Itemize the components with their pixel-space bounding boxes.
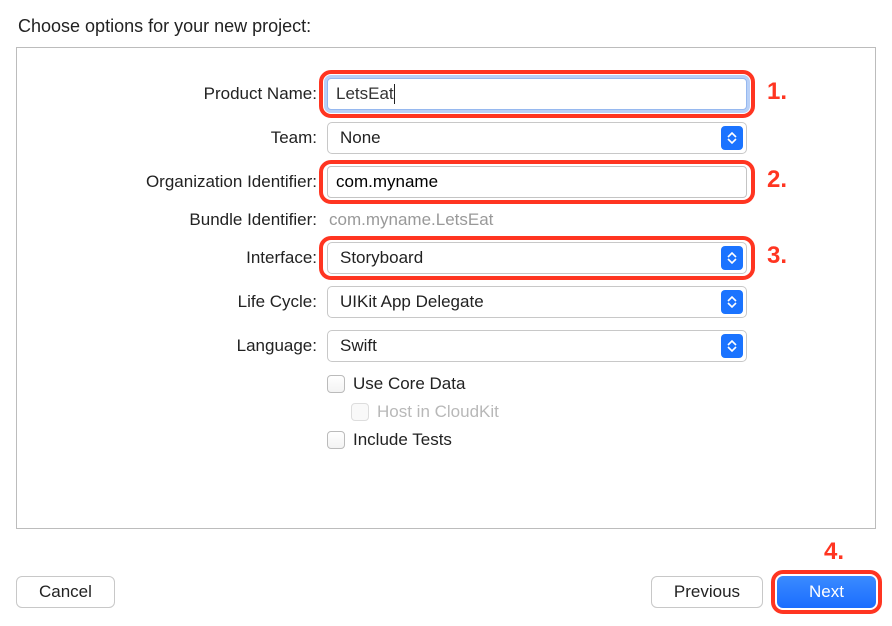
annotation-3: 3. — [767, 242, 787, 270]
chevron-up-down-icon — [721, 126, 743, 150]
life-cycle-label: Life Cycle: — [17, 292, 327, 312]
interface-label: Interface: — [17, 248, 327, 268]
team-label: Team: — [17, 128, 327, 148]
org-identifier-input[interactable] — [327, 166, 747, 198]
options-panel: Product Name: LetsEat 1. Team: None Orga… — [16, 47, 876, 529]
bundle-identifier-value: com.myname.LetsEat — [327, 210, 747, 230]
annotation-1: 1. — [767, 78, 787, 106]
chevron-up-down-icon — [721, 246, 743, 270]
product-name-label: Product Name: — [17, 84, 327, 104]
chevron-up-down-icon — [721, 334, 743, 358]
annotation-4: 4. — [824, 538, 844, 566]
life-cycle-select[interactable]: UIKit App Delegate — [327, 286, 747, 318]
interface-select[interactable]: Storyboard — [327, 242, 747, 274]
include-tests-checkbox[interactable] — [327, 431, 345, 449]
product-name-input[interactable]: LetsEat — [327, 78, 747, 110]
use-core-data-checkbox[interactable] — [327, 375, 345, 393]
team-select[interactable]: None — [327, 122, 747, 154]
bundle-identifier-label: Bundle Identifier: — [17, 210, 327, 230]
dialog-title: Choose options for your new project: — [0, 0, 892, 47]
include-tests-label: Include Tests — [353, 430, 452, 450]
cancel-button[interactable]: Cancel — [16, 576, 115, 608]
host-cloudkit-checkbox — [351, 403, 369, 421]
next-button[interactable]: Next — [777, 576, 876, 608]
language-label: Language: — [17, 336, 327, 356]
previous-button[interactable]: Previous — [651, 576, 763, 608]
chevron-up-down-icon — [721, 290, 743, 314]
footer-bar: Cancel Previous Next — [16, 576, 876, 608]
use-core-data-label: Use Core Data — [353, 374, 465, 394]
org-identifier-label: Organization Identifier: — [17, 172, 327, 192]
language-select[interactable]: Swift — [327, 330, 747, 362]
host-cloudkit-label: Host in CloudKit — [377, 402, 499, 422]
annotation-2: 2. — [767, 166, 787, 194]
